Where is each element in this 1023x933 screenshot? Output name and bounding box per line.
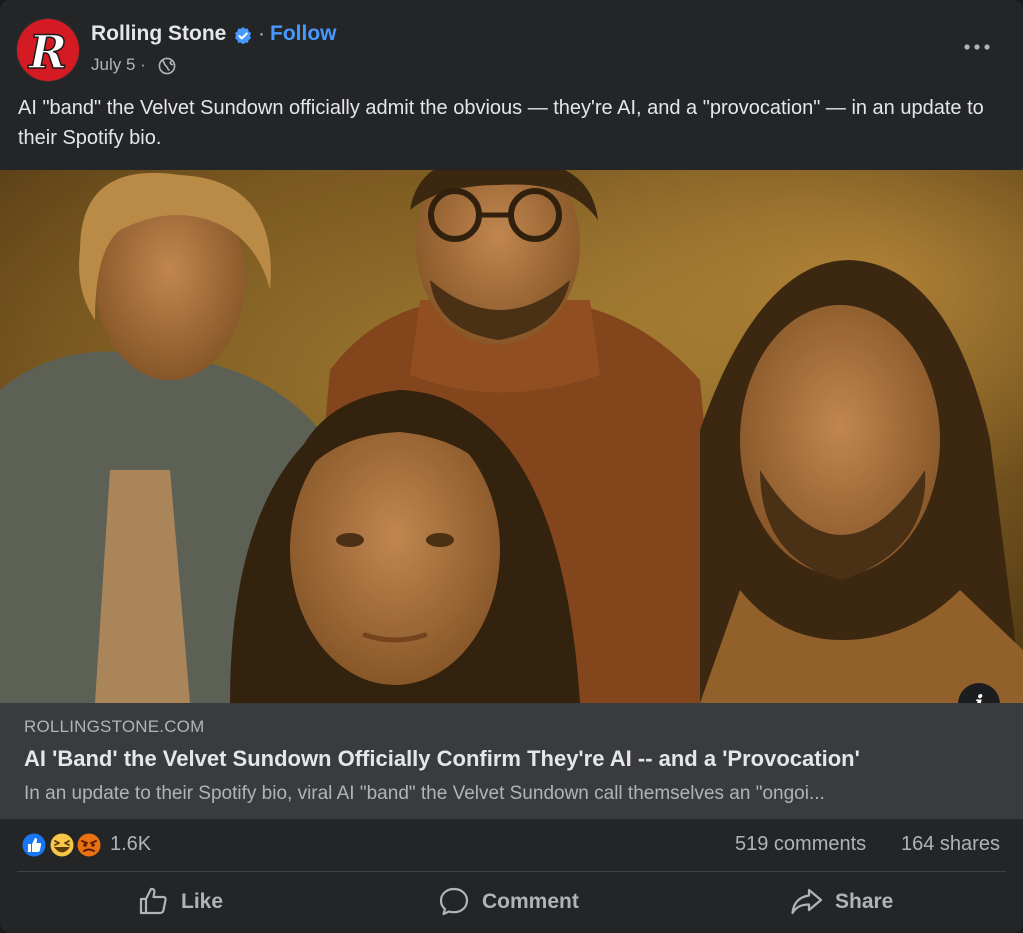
like-outline-icon	[139, 887, 167, 915]
shares-count[interactable]: 164 shares	[901, 833, 1000, 856]
reactions-count[interactable]: 1.6K	[110, 833, 151, 856]
post-caption: AI "band" the Velvet Sundown officially …	[18, 97, 984, 149]
follow-button[interactable]: Follow	[270, 22, 337, 46]
reaction-icons[interactable]	[20, 831, 105, 859]
post-image[interactable]	[0, 170, 1023, 703]
more-options-icon[interactable]	[962, 34, 992, 60]
angry-icon	[75, 831, 103, 859]
divider	[17, 871, 1006, 872]
link-title[interactable]: AI 'Band' the Velvet Sundown Officially …	[24, 746, 860, 772]
like-label: Like	[181, 890, 224, 913]
post-date[interactable]: July 5 ·	[91, 55, 146, 75]
link-description: In an update to their Spotify bio, viral…	[24, 783, 825, 804]
comments-count[interactable]: 519 comments	[735, 833, 866, 856]
post-header: R Rolling Stone · Follow July 5 ·	[0, 0, 1023, 92]
comment-label: Comment	[482, 890, 579, 913]
share-label: Share	[835, 890, 894, 913]
post-card: R Rolling Stone · Follow July 5 · AI "ba…	[0, 0, 1023, 933]
link-domain: ROLLINGSTONE.COM	[24, 717, 205, 736]
globe-icon	[158, 57, 176, 75]
band-photo	[0, 170, 1023, 703]
like-icon	[20, 831, 48, 859]
share-icon	[791, 888, 823, 915]
comment-icon	[439, 887, 469, 916]
page-name[interactable]: Rolling Stone	[91, 22, 226, 46]
verified-badge-icon	[235, 27, 251, 45]
name-separator: ·	[258, 22, 265, 45]
rolling-stone-logo: R	[17, 19, 79, 81]
comment-button[interactable]: Comment	[438, 880, 598, 924]
logo-letter: R	[27, 25, 67, 79]
share-button[interactable]: Share	[790, 880, 910, 924]
haha-icon	[48, 831, 76, 859]
like-button[interactable]: Like	[138, 880, 248, 924]
page-avatar[interactable]: R	[17, 19, 79, 81]
